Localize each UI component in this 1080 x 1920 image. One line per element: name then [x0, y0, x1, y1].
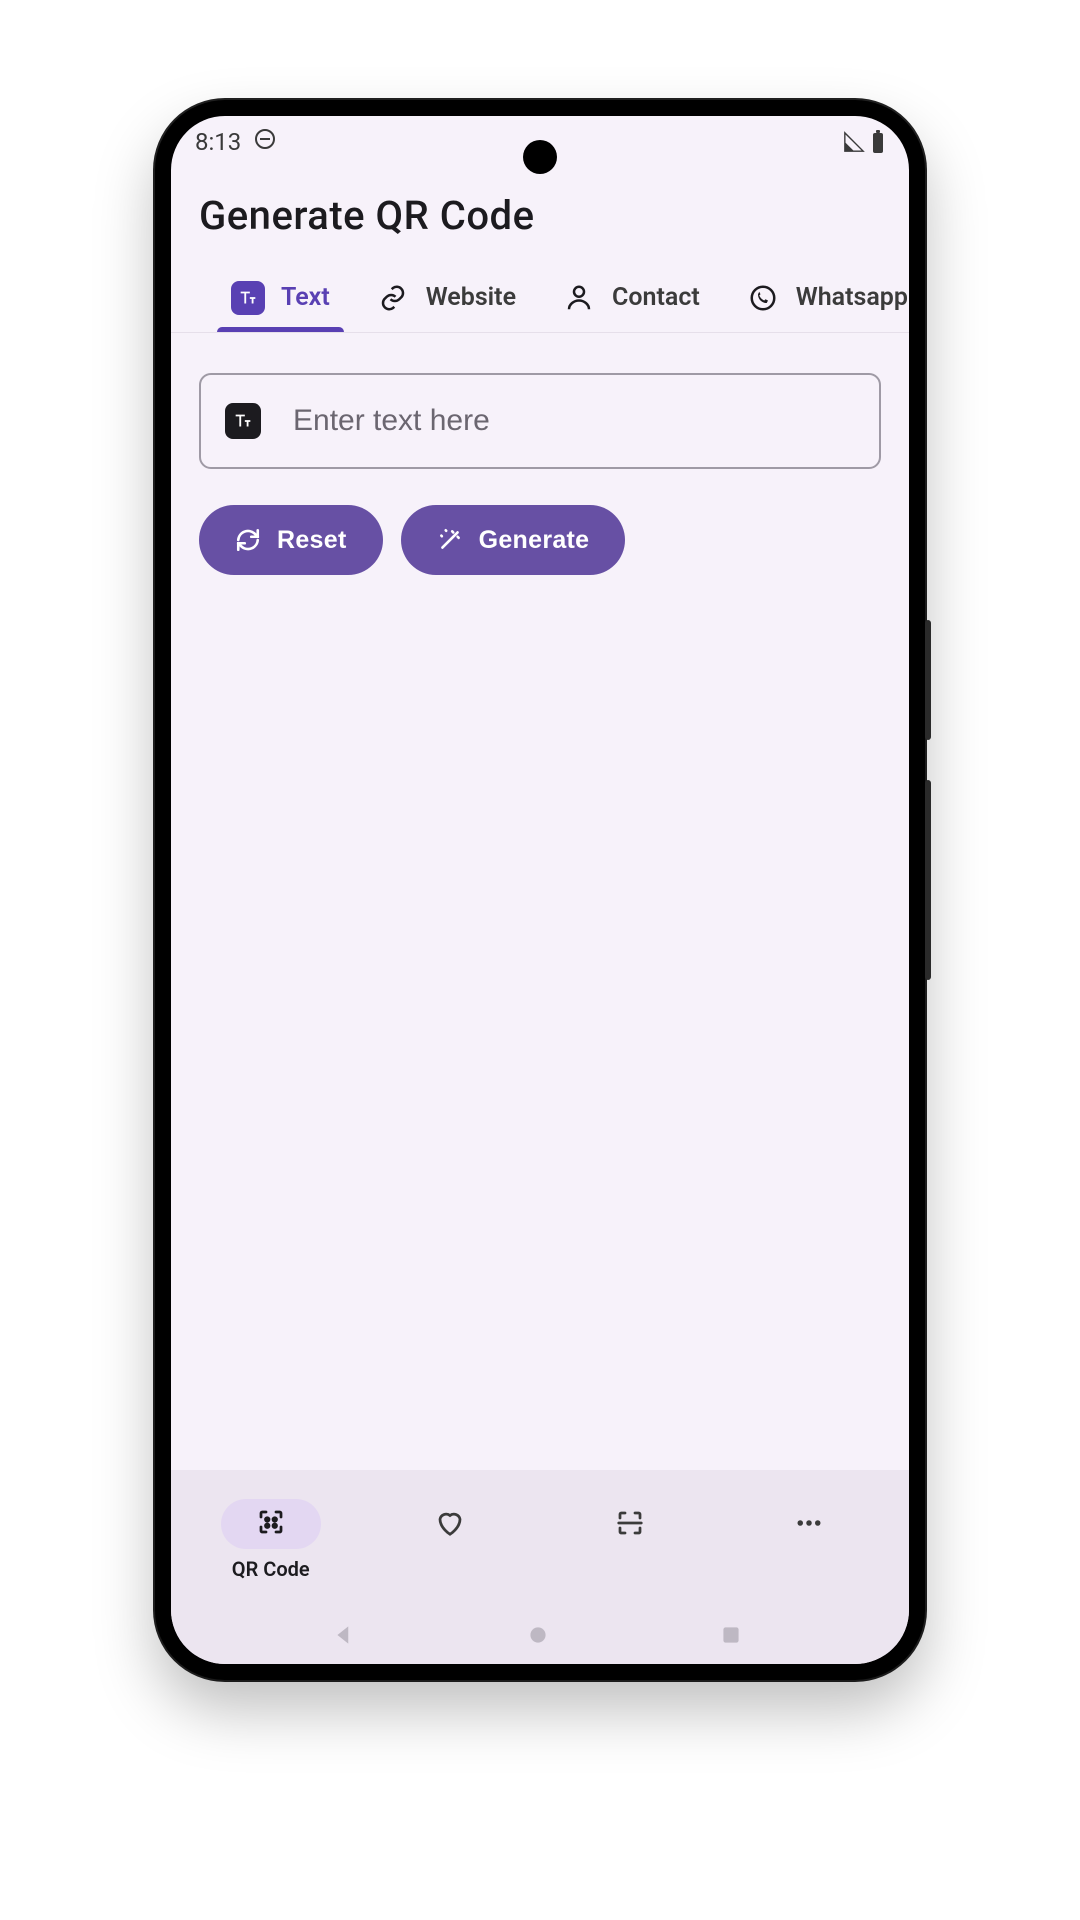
side-button: [925, 780, 931, 980]
nav-scan[interactable]: [565, 1500, 695, 1580]
text-input-container[interactable]: [199, 373, 881, 469]
back-icon[interactable]: [332, 1622, 362, 1652]
tab-bar: Text Website Contact: [171, 263, 909, 333]
button-label: Reset: [277, 526, 347, 555]
generate-button[interactable]: Generate: [401, 505, 626, 575]
screen: 8:13: [171, 116, 909, 1664]
nav-qr-code[interactable]: QR Code: [206, 1499, 336, 1581]
action-row: Reset Generate: [171, 469, 909, 575]
nav-favorites[interactable]: [385, 1500, 515, 1580]
recents-icon[interactable]: [718, 1622, 748, 1652]
tab-website[interactable]: Website: [362, 263, 530, 332]
battery-icon: [871, 130, 885, 154]
text-icon: [225, 403, 261, 439]
magic-wand-icon: [437, 527, 463, 553]
tab-label: Text: [281, 283, 330, 312]
tab-whatsapp[interactable]: Whatsapp: [732, 263, 909, 332]
text-icon: [231, 281, 265, 315]
page-title: Generate QR Code: [171, 168, 909, 263]
more-icon: [794, 1508, 824, 1543]
device-frame: 8:13: [155, 100, 925, 1680]
camera-punch-hole: [523, 140, 557, 174]
tab-label: Website: [426, 283, 516, 312]
android-nav-bar: [171, 1610, 909, 1664]
signal-icon: [843, 131, 865, 153]
qr-icon: [256, 1507, 286, 1542]
bottom-nav: QR Code: [171, 1470, 909, 1610]
whatsapp-icon: [746, 281, 780, 315]
tab-label: Whatsapp: [796, 283, 908, 312]
dnd-icon: [253, 127, 277, 157]
text-input[interactable]: [293, 404, 855, 438]
tab-label: Contact: [612, 283, 700, 312]
refresh-icon: [235, 527, 261, 553]
tab-text[interactable]: Text: [217, 263, 344, 332]
tab-contact[interactable]: Contact: [548, 263, 714, 332]
scan-icon: [615, 1508, 645, 1543]
heart-icon: [435, 1508, 465, 1543]
nav-label: QR Code: [232, 1557, 310, 1581]
reset-button[interactable]: Reset: [199, 505, 383, 575]
nav-more[interactable]: [744, 1500, 874, 1580]
side-button: [925, 620, 931, 740]
home-icon[interactable]: [525, 1622, 555, 1652]
button-label: Generate: [479, 526, 590, 555]
link-icon: [376, 281, 410, 315]
person-icon: [562, 281, 596, 315]
status-time: 8:13: [195, 128, 241, 156]
